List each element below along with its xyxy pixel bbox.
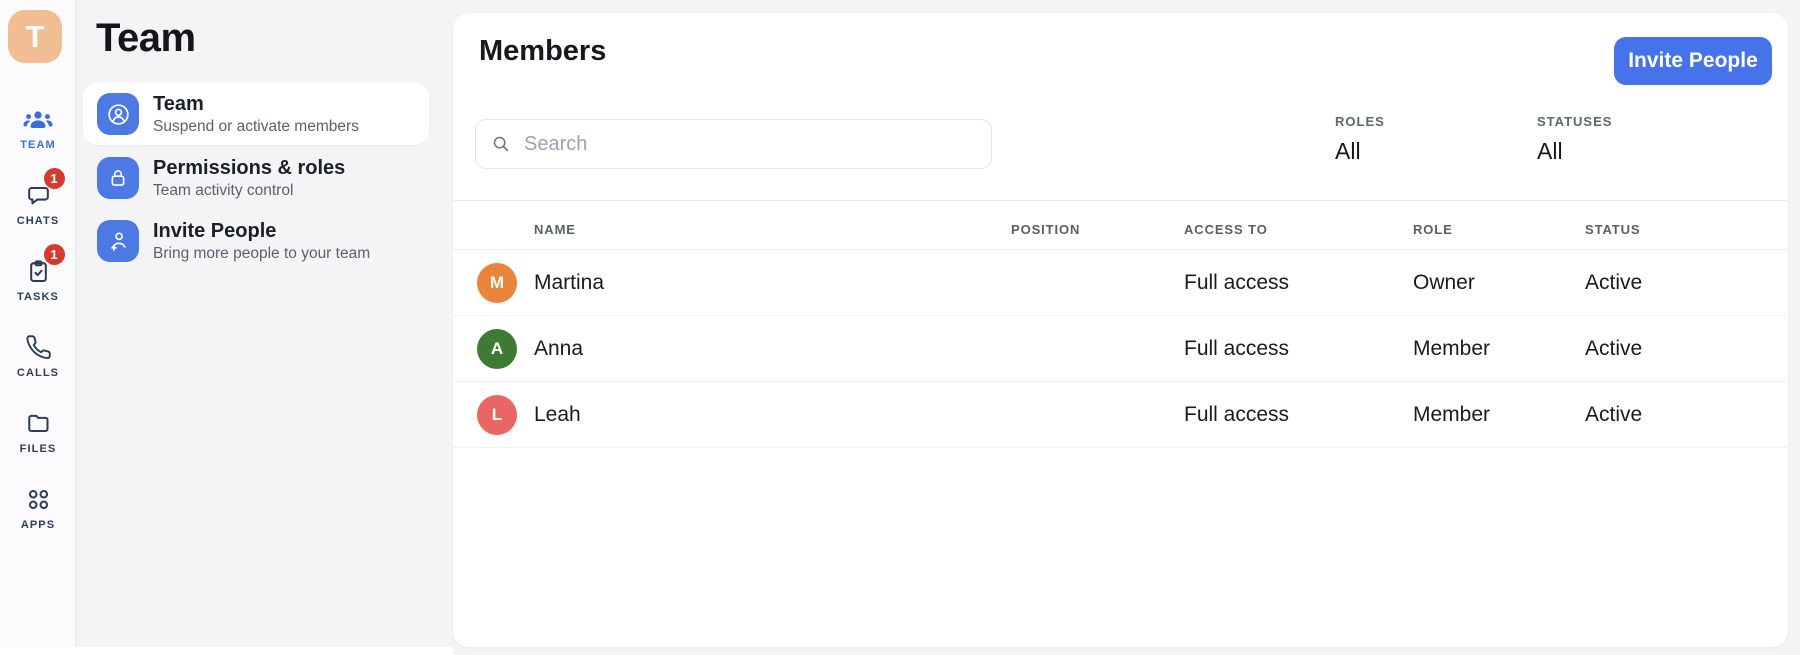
chats-unread-badge: 1 bbox=[43, 168, 65, 189]
avatar: M bbox=[477, 262, 517, 303]
column-header-access: ACCESS TO bbox=[1184, 222, 1268, 237]
sidebar-item-calls[interactable]: CALLS bbox=[0, 323, 76, 379]
menu-item-title: Invite People bbox=[153, 219, 277, 242]
member-status: Active bbox=[1585, 270, 1643, 294]
member-role: Member bbox=[1413, 336, 1491, 360]
roles-filter-value[interactable]: All bbox=[1335, 138, 1385, 165]
menu-item-title: Permissions & roles bbox=[153, 156, 346, 179]
sidebar-item-label: TEAM bbox=[20, 139, 56, 151]
lock-icon bbox=[97, 157, 139, 199]
team-icon bbox=[23, 103, 53, 133]
table-header-row: NAME POSITION ACCESS TO ROLE STATUS bbox=[453, 200, 1788, 250]
invite-icon bbox=[97, 220, 139, 262]
column-header-role: ROLE bbox=[1413, 222, 1453, 237]
table-row[interactable]: M Martina Full access Owner Active bbox=[453, 250, 1788, 316]
member-status: Active bbox=[1585, 336, 1643, 360]
menu-item-invite-people[interactable]: Invite People Bring more people to your … bbox=[83, 210, 429, 272]
member-status: Active bbox=[1585, 402, 1643, 426]
search-icon bbox=[493, 136, 509, 152]
page-title: Members bbox=[479, 35, 607, 67]
table-row[interactable]: L Leah Full access Member Active bbox=[453, 382, 1788, 448]
menu-item-team[interactable]: Team Suspend or activate members bbox=[83, 83, 429, 145]
menu-item-subtitle: Team activity control bbox=[153, 181, 294, 199]
member-name: Leah bbox=[534, 402, 581, 426]
apps-icon bbox=[25, 483, 52, 513]
chats-icon: 1 bbox=[25, 168, 65, 209]
member-name: Martina bbox=[534, 270, 605, 294]
menu-item-title: Team bbox=[153, 92, 204, 115]
sidebar-item-team[interactable]: TEAM bbox=[0, 95, 76, 151]
members-card: Members Invite People ROLES All STATUSES… bbox=[453, 13, 1788, 647]
roles-filter-label: ROLES bbox=[1335, 114, 1385, 129]
column-header-position: POSITION bbox=[1011, 222, 1081, 237]
sidebar-item-label: FILES bbox=[19, 443, 57, 455]
tasks-unread-badge: 1 bbox=[43, 244, 65, 265]
panel-bottom-edge bbox=[0, 647, 453, 655]
menu-item-subtitle: Bring more people to your team bbox=[153, 244, 371, 262]
member-role: Owner bbox=[1413, 270, 1475, 294]
member-access: Full access bbox=[1184, 336, 1290, 360]
column-header-status: STATUS bbox=[1585, 222, 1641, 237]
panel-title: Team bbox=[96, 16, 196, 60]
team-settings-panel: Team Team Suspend or activate members Pe… bbox=[76, 0, 453, 647]
invite-people-button[interactable]: Invite People bbox=[1614, 37, 1772, 85]
column-header-name: NAME bbox=[534, 222, 576, 237]
menu-item-permissions[interactable]: Permissions & roles Team activity contro… bbox=[83, 147, 429, 209]
sidebar-item-label: CHATS bbox=[16, 215, 60, 227]
app-icon-rail: T TEAM 1 CHATS 1 TASKS CALLS FILES APPS bbox=[0, 0, 76, 655]
tasks-icon: 1 bbox=[25, 244, 65, 285]
roles-filter: ROLES All bbox=[1335, 114, 1385, 165]
avatar: L bbox=[477, 394, 517, 435]
sidebar-item-label: TASKS bbox=[17, 291, 59, 303]
sidebar-item-apps[interactable]: APPS bbox=[0, 475, 76, 531]
sidebar-item-tasks[interactable]: 1 TASKS bbox=[0, 244, 76, 303]
sidebar-item-label: CALLS bbox=[16, 367, 60, 379]
search-input[interactable] bbox=[524, 132, 977, 156]
member-icon bbox=[97, 93, 139, 135]
files-icon bbox=[25, 407, 52, 437]
menu-item-subtitle: Suspend or activate members bbox=[153, 117, 359, 135]
member-role: Member bbox=[1413, 402, 1491, 426]
member-access: Full access bbox=[1184, 270, 1290, 294]
member-access: Full access bbox=[1184, 402, 1290, 426]
statuses-filter: STATUSES All bbox=[1537, 114, 1612, 165]
sidebar-item-chats[interactable]: 1 CHATS bbox=[0, 168, 76, 227]
avatar: A bbox=[477, 328, 517, 369]
table-row[interactable]: A Anna Full access Member Active bbox=[453, 316, 1788, 382]
calls-icon bbox=[25, 331, 52, 361]
search-box bbox=[475, 119, 992, 169]
sidebar-item-files[interactable]: FILES bbox=[0, 399, 76, 455]
sidebar-item-label: APPS bbox=[20, 519, 56, 531]
statuses-filter-label: STATUSES bbox=[1537, 114, 1613, 129]
statuses-filter-value[interactable]: All bbox=[1537, 138, 1612, 165]
members-table: M Martina Full access Owner Active A Ann… bbox=[453, 250, 1788, 448]
workspace-logo[interactable]: T bbox=[8, 10, 62, 63]
member-name: Anna bbox=[534, 336, 584, 360]
